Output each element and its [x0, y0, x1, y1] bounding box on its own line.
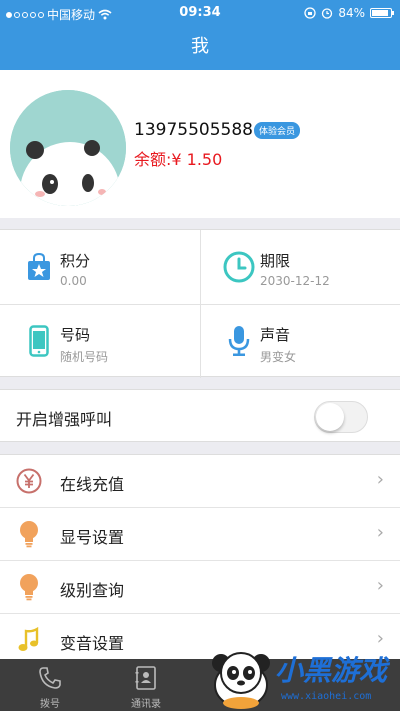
- tab-label: 拨号: [40, 699, 60, 710]
- number-cell[interactable]: 号码 随机号码: [0, 304, 200, 378]
- expiry-label: 期限: [260, 252, 291, 270]
- menu-item-label: 变音设置: [60, 634, 125, 653]
- number-label: 号码: [60, 326, 91, 344]
- enhanced-call-label: 开启增强呼叫: [16, 410, 113, 429]
- menu-item-level-query[interactable]: 级别查询 ›: [0, 561, 400, 614]
- menu-item-recharge[interactable]: 在线充值 ›: [0, 455, 400, 508]
- microphone-icon: [222, 324, 256, 358]
- enhanced-call-toggle[interactable]: [314, 401, 368, 433]
- watermark-url: www.xiaohei.com: [281, 691, 372, 702]
- tab-label: 通讯录: [131, 699, 161, 710]
- watermark-text: 小黑游戏: [275, 654, 388, 687]
- lightbulb-icon: [16, 521, 42, 548]
- info-grid: 积分 0.00 期限 2030-12-12 号码 随机号码 声音 男变女: [0, 229, 400, 378]
- number-value: 随机号码: [60, 350, 109, 364]
- expiry-value: 2030-12-12: [260, 274, 330, 288]
- panda-avatar-icon: [10, 90, 126, 206]
- points-cell[interactable]: 积分 0.00: [0, 230, 200, 304]
- phone-handset-icon: [39, 667, 61, 689]
- lightbulb-icon: [16, 574, 42, 601]
- voice-cell[interactable]: 声音 男变女: [200, 304, 400, 378]
- battery-icon: [370, 8, 394, 18]
- expiry-cell[interactable]: 期限 2030-12-12: [200, 230, 400, 304]
- menu-item-label: 在线充值: [60, 475, 125, 494]
- menu-item-label: 显号设置: [60, 528, 125, 547]
- avatar[interactable]: [10, 90, 126, 206]
- status-right: 84%: [304, 6, 394, 20]
- alarm-clock-icon: [322, 8, 333, 19]
- shopping-bag-star-icon: [22, 250, 56, 284]
- account-balance: 余额:¥ 1.50: [134, 150, 223, 169]
- membership-badge: 体验会员: [254, 122, 301, 139]
- page-title: 我: [191, 36, 209, 57]
- profile-card: 13975505588 体验会员 余额:¥ 1.50: [0, 70, 400, 218]
- chevron-right-icon: ›: [376, 469, 384, 490]
- music-note-icon: [16, 627, 42, 653]
- menu-item-caller-id[interactable]: 显号设置 ›: [0, 508, 400, 561]
- chevron-right-icon: ›: [376, 522, 384, 543]
- battery-percent: 84%: [338, 6, 365, 20]
- panda-mascot-icon: [212, 652, 270, 709]
- chevron-right-icon: ›: [376, 575, 384, 596]
- points-value: 0.00: [60, 274, 87, 288]
- yuan-circle-icon: [16, 468, 42, 494]
- voice-value: 男变女: [260, 350, 297, 364]
- settings-menu: 在线充值 › 显号设置 › 级别查询 › 变音设置 ›: [0, 454, 400, 659]
- clock-icon: [222, 250, 256, 284]
- points-label: 积分: [60, 252, 91, 270]
- rotation-lock-icon: [304, 7, 316, 19]
- nav-bar: 我: [0, 28, 400, 70]
- tab-dial[interactable]: 拨号: [10, 659, 90, 711]
- enhanced-call-row: 开启增强呼叫: [0, 389, 400, 442]
- menu-item-label: 级别查询: [60, 581, 125, 600]
- voice-label: 声音: [260, 326, 291, 344]
- tab-contacts[interactable]: 通讯录: [106, 659, 186, 711]
- status-bar: 中国移动 09:34 84%: [0, 0, 400, 28]
- user-phone-number: 13975505588: [134, 120, 253, 140]
- toggle-knob: [316, 403, 344, 431]
- contacts-book-icon: [135, 666, 156, 690]
- phone-device-icon: [22, 324, 56, 358]
- watermark-logo: 小黑游戏 www.xiaohei.com: [205, 641, 400, 711]
